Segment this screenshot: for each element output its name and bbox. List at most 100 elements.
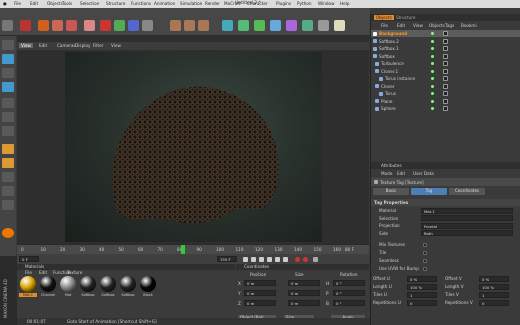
- tag-icon[interactable]: [443, 61, 448, 66]
- visibility-dot[interactable]: [431, 107, 434, 110]
- menu-animation[interactable]: Animation: [154, 1, 175, 6]
- coord-s-field[interactable]: 0 m: [288, 280, 320, 286]
- x-axis-icon[interactable]: [100, 20, 111, 31]
- material-swatch[interactable]: [80, 276, 96, 292]
- tab-basic[interactable]: Basic: [373, 188, 409, 195]
- tag-icon[interactable]: [443, 46, 448, 51]
- next-frame-icon[interactable]: [275, 257, 280, 262]
- undo-icon[interactable]: [2, 20, 13, 31]
- visibility-dot[interactable]: [431, 54, 434, 58]
- viewport-menu-edit[interactable]: Edit: [39, 43, 47, 48]
- object-row[interactable]: Softbox: [371, 53, 520, 60]
- menu-plugins[interactable]: Plugins: [276, 1, 291, 6]
- solo-icon[interactable]: [2, 172, 14, 182]
- start-frame-field[interactable]: 0 F: [19, 256, 39, 262]
- texture-mode-icon[interactable]: [2, 68, 14, 78]
- checkbox[interactable]: [423, 266, 427, 271]
- render-settings-icon[interactable]: [198, 20, 209, 31]
- material-name[interactable]: Black: [139, 293, 157, 297]
- material-name[interactable]: Mat.1: [19, 293, 37, 297]
- render-picture-viewer-icon[interactable]: [184, 20, 195, 31]
- menu-window[interactable]: Window: [318, 1, 335, 6]
- make-editable-icon[interactable]: [2, 40, 14, 50]
- coordinate-system-icon[interactable]: [142, 20, 153, 31]
- select-icon[interactable]: [20, 20, 31, 31]
- attr-field[interactable]: [421, 215, 513, 221]
- object-row[interactable]: Torus: [371, 90, 520, 97]
- material-name[interactable]: Softbox: [119, 293, 137, 297]
- snap-icon[interactable]: [2, 144, 14, 154]
- coord-r-field[interactable]: 0 °: [333, 300, 365, 306]
- edges-mode-icon[interactable]: [2, 112, 14, 122]
- lock-workplane-icon[interactable]: [2, 200, 14, 210]
- coord-p-field[interactable]: 0 m: [244, 300, 276, 306]
- materials-menu-texture[interactable]: Texture: [67, 270, 82, 275]
- object-list[interactable]: Background Softbox.2 Softbox.1 Softbox Turbu…: [371, 30, 520, 120]
- tag-icon[interactable]: [443, 31, 448, 36]
- record-icon[interactable]: [295, 257, 300, 262]
- objects-menu-bookmi[interactable]: Bookmi: [461, 23, 477, 28]
- tag-icon[interactable]: [443, 106, 448, 111]
- timeline[interactable]: 0 10 20 30 40 50 60 70 80 90 100 110 120 130 140 150 160…: [17, 244, 369, 264]
- menu-render[interactable]: Render: [205, 1, 220, 6]
- object-row[interactable]: Cloner: [371, 83, 520, 90]
- z-axis-icon[interactable]: [128, 20, 139, 31]
- checkbox[interactable]: [423, 258, 427, 263]
- deformer-icon[interactable]: [286, 20, 297, 31]
- object-row[interactable]: Background: [371, 30, 520, 38]
- light-icon[interactable]: [334, 20, 345, 31]
- object-row[interactable]: Plane: [371, 98, 520, 105]
- polygons-mode-icon[interactable]: [2, 126, 14, 136]
- material-swatch[interactable]: [20, 276, 36, 292]
- scale-icon[interactable]: [52, 20, 63, 31]
- object-row[interactable]: Sphere: [371, 105, 520, 112]
- attr-field[interactable]: Both: [421, 230, 513, 236]
- viewport-menu-view[interactable]: View: [111, 43, 121, 48]
- tab-objects[interactable]: Objects: [374, 15, 394, 20]
- scene-icon[interactable]: [302, 20, 313, 31]
- menu-selection[interactable]: Selection: [80, 1, 99, 6]
- tag-icon[interactable]: [443, 38, 448, 44]
- nurbs-icon[interactable]: [254, 20, 265, 31]
- object-name[interactable]: Plane: [381, 99, 393, 104]
- coord-s-field[interactable]: 0 m: [288, 290, 320, 296]
- object-name[interactable]: Softbox.1: [379, 46, 399, 51]
- material-swatch[interactable]: [100, 276, 116, 292]
- goto-end-icon[interactable]: [283, 257, 288, 262]
- tab-tag[interactable]: Tag: [411, 188, 447, 195]
- viewport-menu-cameras[interactable]: Cameras: [57, 43, 76, 48]
- coord-s-field[interactable]: 0 m: [288, 300, 320, 306]
- last-tool-icon[interactable]: [84, 20, 95, 31]
- object-row[interactable]: Turbulence: [371, 60, 520, 67]
- object-name[interactable]: Turbulence: [381, 61, 404, 66]
- object-name[interactable]: Softbox: [379, 54, 395, 59]
- object-name[interactable]: Softbox.2: [379, 39, 399, 44]
- viewport-tab[interactable]: View: [19, 43, 33, 48]
- workplane-icon[interactable]: [2, 158, 14, 168]
- model-mode-icon[interactable]: [2, 54, 14, 64]
- tab-structure[interactable]: Structure: [396, 15, 415, 20]
- material-swatch[interactable]: [60, 276, 76, 292]
- cube-icon[interactable]: [222, 20, 233, 31]
- material-swatch[interactable]: [140, 276, 156, 292]
- play-icon[interactable]: [267, 257, 272, 262]
- camera-icon[interactable]: [318, 20, 329, 31]
- menu-tools[interactable]: Tools: [62, 1, 72, 6]
- apple-icon[interactable]: ●: [3, 1, 7, 6]
- visibility-dot[interactable]: [431, 47, 434, 50]
- menu-file[interactable]: File: [14, 1, 21, 6]
- tag-icon[interactable]: [443, 68, 448, 74]
- object-name[interactable]: Cloner: [381, 84, 395, 89]
- menu-python[interactable]: Python: [297, 1, 312, 6]
- visibility-dot[interactable]: [431, 99, 434, 103]
- rotate-icon[interactable]: [66, 20, 77, 31]
- material-name[interactable]: Softbox: [99, 293, 117, 297]
- object-row[interactable]: Softbox.1: [371, 45, 520, 52]
- materials-menu-edit[interactable]: Edit: [39, 270, 47, 275]
- materials-menu-file[interactable]: File: [25, 270, 32, 275]
- material-swatch[interactable]: [120, 276, 136, 292]
- objects-menu-file[interactable]: File: [381, 23, 388, 28]
- attributes-menu-mode[interactable]: Mode: [381, 171, 392, 176]
- coord-p-field[interactable]: 0 m: [244, 290, 276, 296]
- visibility-dot[interactable]: [431, 62, 434, 65]
